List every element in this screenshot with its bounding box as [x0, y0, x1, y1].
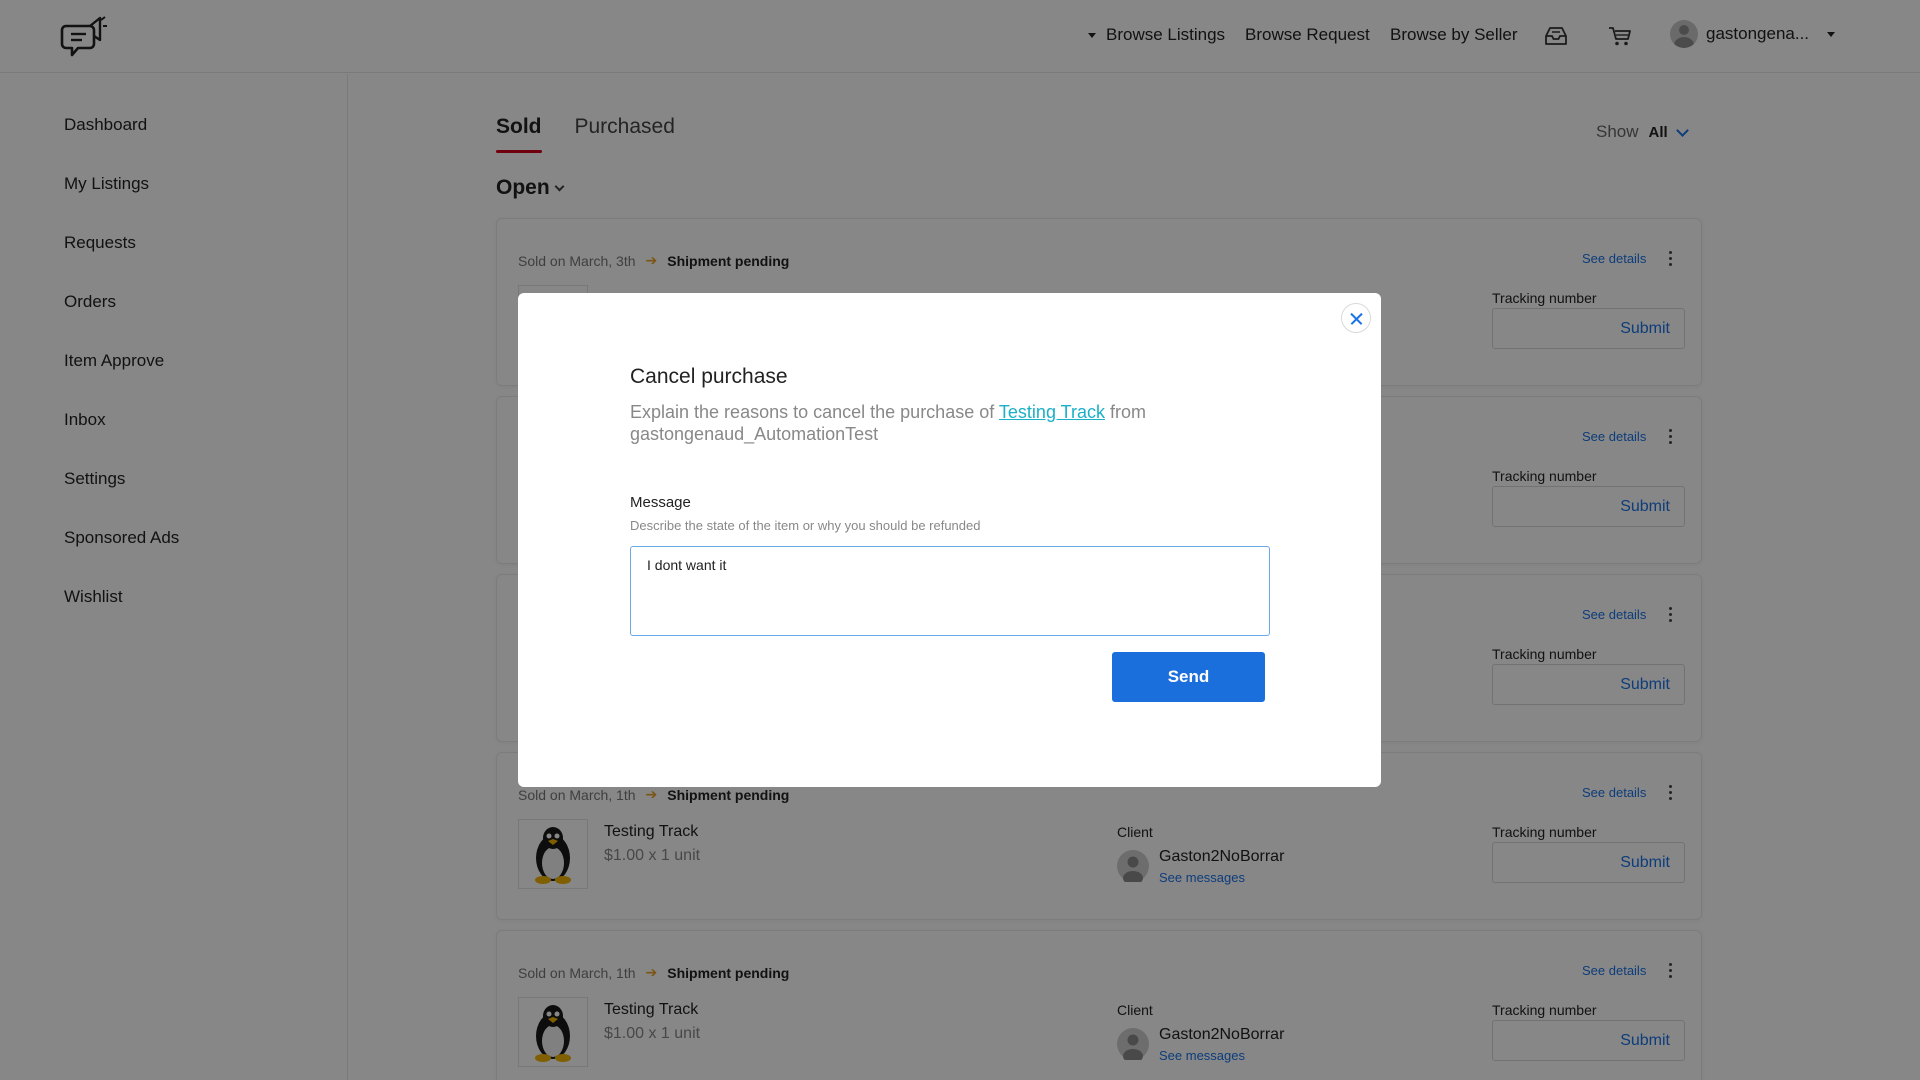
- cancel-purchase-modal: Cancel purchase Explain the reasons to c…: [518, 293, 1381, 787]
- close-icon[interactable]: [1341, 303, 1371, 333]
- message-label: Message: [630, 494, 691, 511]
- send-button[interactable]: Send: [1112, 652, 1265, 702]
- item-link[interactable]: Testing Track: [999, 402, 1105, 422]
- modal-description: Explain the reasons to cancel the purcha…: [630, 401, 1230, 445]
- desc-prefix: Explain the reasons to cancel the purcha…: [630, 402, 995, 422]
- desc-seller: gastongenaud_AutomationTest: [630, 424, 879, 444]
- desc-from: from: [1109, 402, 1146, 422]
- message-hint: Describe the state of the item or why yo…: [630, 518, 981, 533]
- message-textarea[interactable]: I dont want it: [630, 546, 1270, 636]
- modal-title: Cancel purchase: [630, 365, 788, 388]
